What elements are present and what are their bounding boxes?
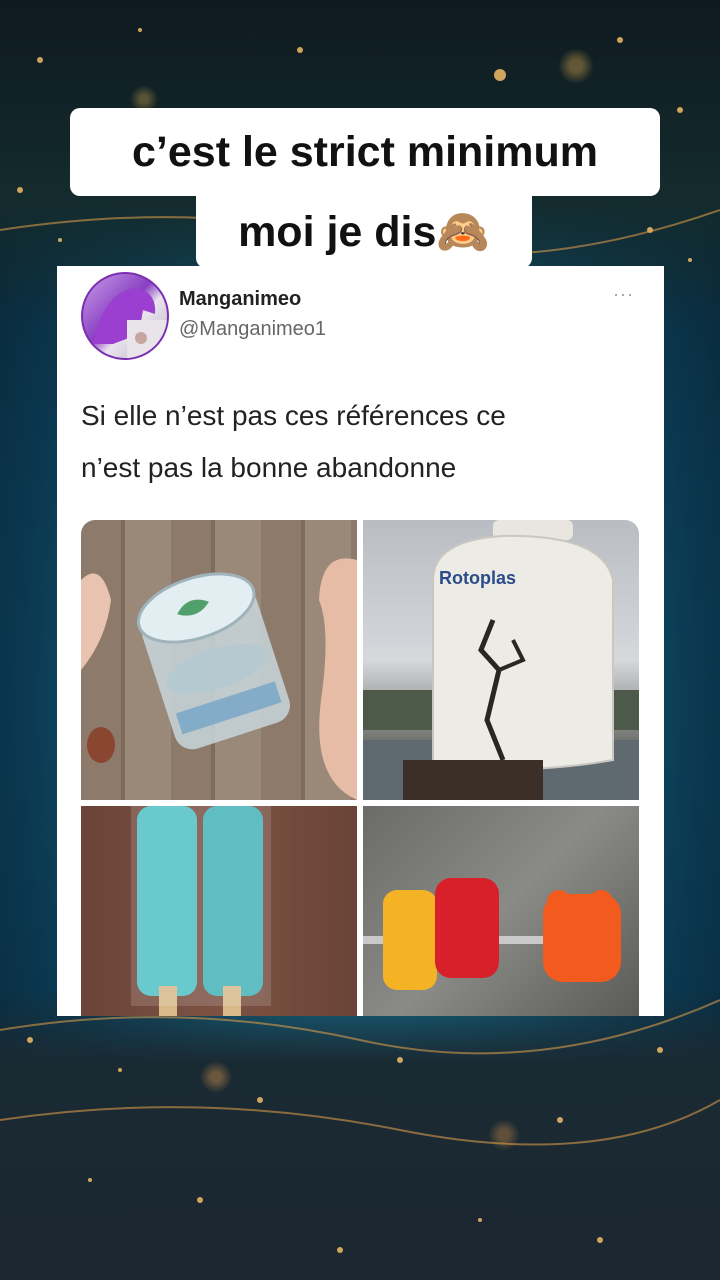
video-frame: c’est le strict minimum moi je dis🙈 Mang… <box>0 0 720 1280</box>
tweet-text-line-1: Si elle n’est pas ces références ce <box>81 400 506 431</box>
anime-avatar-icon <box>93 288 167 358</box>
avatar[interactable] <box>81 272 169 360</box>
tweet-image-popsicle[interactable] <box>81 806 357 1016</box>
caption-line-2: moi je dis🙈 <box>196 196 532 268</box>
tweet-image-tank[interactable]: Rotoplas <box>363 520 639 800</box>
tweet-card: Manganimeo @Manganimeo1 ··· Si elle n’es… <box>57 266 664 1016</box>
caption-text-1: c’est le strict minimum <box>132 127 598 176</box>
tweet-image-grid: Rotoplas <box>81 520 639 1016</box>
glass-of-water-icon <box>81 558 357 800</box>
tweet-text: Si elle n’est pas ces références ce n’es… <box>81 390 651 494</box>
display-name[interactable]: Manganimeo <box>179 288 301 311</box>
more-options-icon[interactable]: ··· <box>613 284 634 305</box>
popsicle-icon <box>131 806 271 1016</box>
user-handle[interactable]: @Manganimeo1 <box>179 318 326 341</box>
cracked-water-tank-icon: Rotoplas <box>363 520 639 800</box>
caption-line-1: c’est le strict minimum <box>70 108 660 196</box>
gummy-bears-icon <box>363 878 621 990</box>
tweet-image-gummies[interactable] <box>363 806 639 1016</box>
tweet-text-line-2: n’est pas la bonne abandonne <box>81 452 457 483</box>
tweet-image-glass[interactable] <box>81 520 357 800</box>
tank-brand-label: Rotoplas <box>439 568 516 588</box>
caption-text-2: moi je dis🙈 <box>238 207 490 256</box>
